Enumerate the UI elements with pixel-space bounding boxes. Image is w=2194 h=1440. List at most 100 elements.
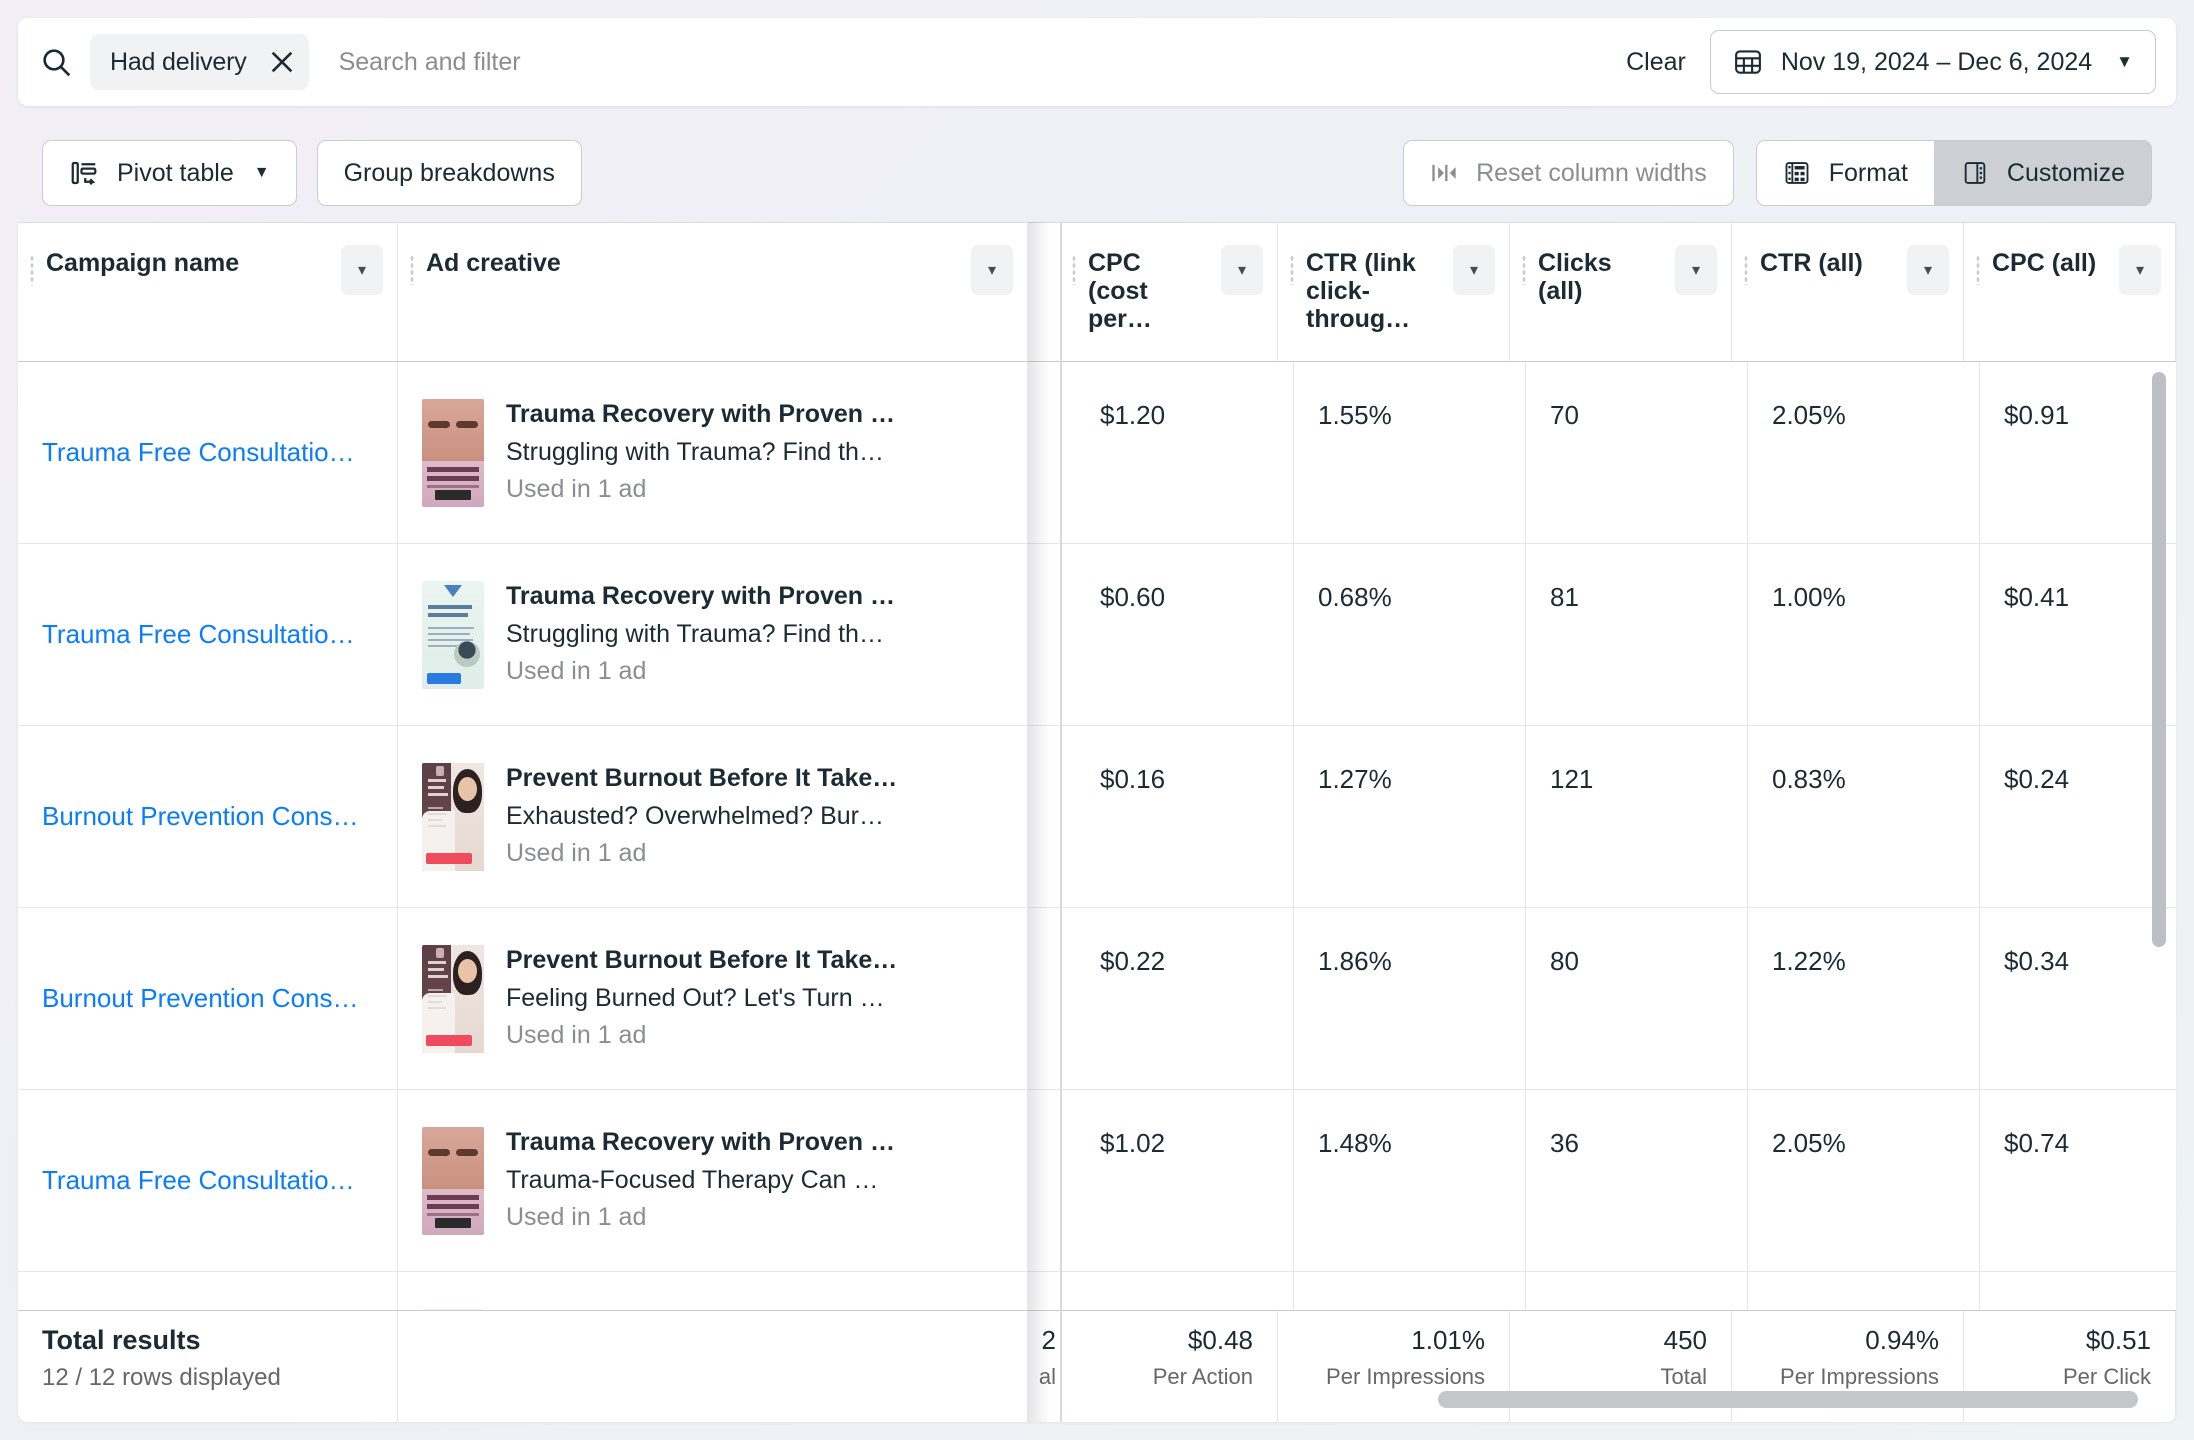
- campaign-name-cell: Trauma Free Consultatio…: [18, 544, 398, 725]
- campaign-name-link[interactable]: Trauma Free Consultatio…: [42, 437, 355, 468]
- column-header-label: CTR (link click-throug…: [1306, 249, 1416, 333]
- campaign-name-link[interactable]: Burnout Prevention Cons…: [42, 801, 359, 832]
- horizontal-scrollbar[interactable]: [1438, 1391, 2138, 1408]
- metric-cell: 0.68%: [1294, 544, 1526, 725]
- campaign-name-link[interactable]: Burnout Prevention Cons…: [42, 983, 359, 1014]
- column-resize-handle[interactable]: [30, 255, 34, 285]
- partial-hidden-column-cell: [1028, 1272, 1076, 1310]
- metric-cell: 1.00%: [1748, 544, 1980, 725]
- chevron-down-icon: ▼: [253, 164, 270, 181]
- pivot-table-label: Pivot table: [117, 158, 234, 187]
- group-breakdowns-button[interactable]: Group breakdowns: [316, 140, 582, 206]
- customize-label: Customize: [2006, 158, 2125, 187]
- format-button[interactable]: Format: [1755, 140, 1935, 206]
- ad-creative: Prevent Burnout Before It Take… Exhausted…: [422, 760, 897, 873]
- column-resize-handle[interactable]: [1744, 255, 1748, 285]
- ad-creative: Trauma Recovery with Proven … Struggling …: [422, 578, 895, 691]
- metric-cell: 1.22%: [1748, 908, 1980, 1089]
- date-range-picker[interactable]: Nov 19, 2024 – Dec 6, 2024 ▼: [1709, 30, 2156, 94]
- column-header: Clicks (all) ▾: [1510, 223, 1732, 361]
- totals-metric-value: 450: [1663, 1325, 1707, 1355]
- filter-chip-had-delivery[interactable]: Had delivery: [90, 34, 309, 90]
- ad-creative-thumbnail[interactable]: [422, 944, 484, 1053]
- ad-creative-usage: Used in 1 ad: [506, 1021, 647, 1050]
- ad-creative-thumbnail[interactable]: [422, 762, 484, 871]
- ad-creative-title: Trauma Recovery with Proven …: [506, 1128, 896, 1157]
- close-icon[interactable]: [267, 47, 297, 77]
- column-header-label: CPC (all): [1992, 249, 2097, 277]
- ad-creative-cell: Trauma Recovery with Proven … Trauma-Focu…: [398, 1090, 1028, 1271]
- metric-cell: $0.60: [1076, 544, 1294, 725]
- customize-button[interactable]: Customize: [1933, 140, 2152, 206]
- column-menu-button[interactable]: ▾: [1675, 245, 1717, 295]
- metric-cell: $0.61: [1980, 1272, 2176, 1310]
- totals-title: Total results: [42, 1325, 201, 1355]
- metric-cell: 0.53%: [1294, 1272, 1526, 1310]
- metric-cell: 121: [1526, 726, 1748, 907]
- column-resize-handle[interactable]: [1976, 255, 1980, 285]
- metric-cell: 2.05%: [1748, 362, 1980, 543]
- campaign-name-cell: Trauma Free Consultatio…: [18, 1272, 398, 1310]
- ad-creative-cell: Trauma Recovery with Proven …Trauma-Focu…: [398, 1272, 1028, 1310]
- ad-creative-description: Struggling with Trauma? Find th…: [506, 619, 884, 648]
- ad-creative-text: Trauma Recovery with Proven … Trauma-Focu…: [506, 1124, 895, 1237]
- column-header-label: Clicks (all): [1538, 249, 1612, 305]
- column-header-label: CTR (all): [1760, 249, 1863, 277]
- metric-cell: 70: [1526, 362, 1748, 543]
- ad-creative: Prevent Burnout Before It Take… Feeling B…: [422, 942, 897, 1055]
- column-header-partial: [1028, 223, 1060, 361]
- column-menu-button[interactable]: ▾: [1907, 245, 1949, 295]
- metric-cell: 0.83%: [1748, 1272, 1980, 1310]
- metric-cell: 1.48%: [1294, 1090, 1526, 1271]
- column-menu-button[interactable]: ▾: [2119, 245, 2161, 295]
- metric-cell: $0.74: [1980, 1090, 2176, 1271]
- column-menu-button[interactable]: ▾: [341, 245, 383, 295]
- format-label: Format: [1828, 158, 1908, 187]
- totals-metric-value: $0.48: [1187, 1325, 1253, 1355]
- ad-creative-title: Trauma Recovery with Proven …: [506, 400, 896, 429]
- ad-creative-usage: Used in 1 ad: [506, 657, 647, 686]
- totals-rows-displayed: 12 / 12 rows displayed: [42, 1364, 281, 1391]
- column-header: CTR (link click-throug… ▾: [1278, 223, 1510, 361]
- metric-cell: $0.96: [1076, 1272, 1294, 1310]
- totals-metric-sub: Per Action: [1152, 1364, 1253, 1389]
- column-menu-button[interactable]: ▾: [1221, 245, 1263, 295]
- column-resize-handle[interactable]: [410, 255, 414, 285]
- ad-creative-text: Prevent Burnout Before It Take… Feeling B…: [506, 942, 897, 1055]
- campaign-name-link[interactable]: Trauma Free Consultatio…: [42, 619, 355, 650]
- column-resize-handle[interactable]: [1072, 255, 1076, 285]
- clear-filters-button[interactable]: Clear: [1602, 48, 1710, 77]
- totals-empty-cell: [398, 1311, 1028, 1422]
- campaign-name-cell: Burnout Prevention Cons…: [18, 908, 398, 1089]
- column-header-label: CPC (cost per…: [1088, 249, 1152, 333]
- ad-creative: Trauma Recovery with Proven … Struggling …: [422, 396, 895, 509]
- ad-creative-thumbnail[interactable]: [422, 580, 484, 689]
- pivot-table-button[interactable]: Pivot table ▼: [42, 140, 297, 206]
- metric-cell: $0.24: [1980, 726, 2176, 907]
- totals-partial-cell: 2 al: [1028, 1311, 1060, 1422]
- campaign-name-link[interactable]: Trauma Free Consultatio…: [42, 1165, 355, 1196]
- ad-creative-thumbnail[interactable]: [422, 1126, 484, 1235]
- table-row: Trauma Free Consultatio… Trauma Recovery …: [18, 544, 2176, 726]
- column-resize-handle[interactable]: [1290, 255, 1294, 285]
- ad-creative-thumbnail[interactable]: [422, 398, 484, 507]
- reset-column-widths-label: Reset column widths: [1476, 158, 1707, 187]
- group-breakdowns-label: Group breakdowns: [343, 158, 555, 187]
- format-icon: [1783, 159, 1811, 187]
- metric-cell: $0.34: [1980, 908, 2176, 1089]
- table-row: Trauma Free Consultatio… Trauma Recovery …: [18, 362, 2176, 544]
- reset-column-widths-button[interactable]: Reset column widths: [1403, 140, 1734, 206]
- column-menu-button[interactable]: ▾: [971, 245, 1013, 295]
- totals-metric-value: 0.94%: [1865, 1325, 1939, 1355]
- totals-metric-sub: Total: [1660, 1364, 1707, 1389]
- column-header-label: Ad creative: [426, 249, 561, 277]
- column-resize-handle[interactable]: [1522, 255, 1526, 285]
- totals-metric-cell: $0.48 Per Action: [1060, 1311, 1278, 1422]
- ad-creative-description: Feeling Burned Out? Let's Turn …: [506, 983, 885, 1012]
- ad-creative-title: Prevent Burnout Before It Take…: [506, 946, 898, 975]
- column-menu-button[interactable]: ▾: [1453, 245, 1495, 295]
- search-input[interactable]: [338, 47, 1603, 77]
- ad-creative-description: Trauma-Focused Therapy Can …: [506, 1165, 879, 1194]
- format-customize-segmented: Format Customize: [1755, 140, 2152, 206]
- vertical-scrollbar[interactable]: [2152, 372, 2166, 947]
